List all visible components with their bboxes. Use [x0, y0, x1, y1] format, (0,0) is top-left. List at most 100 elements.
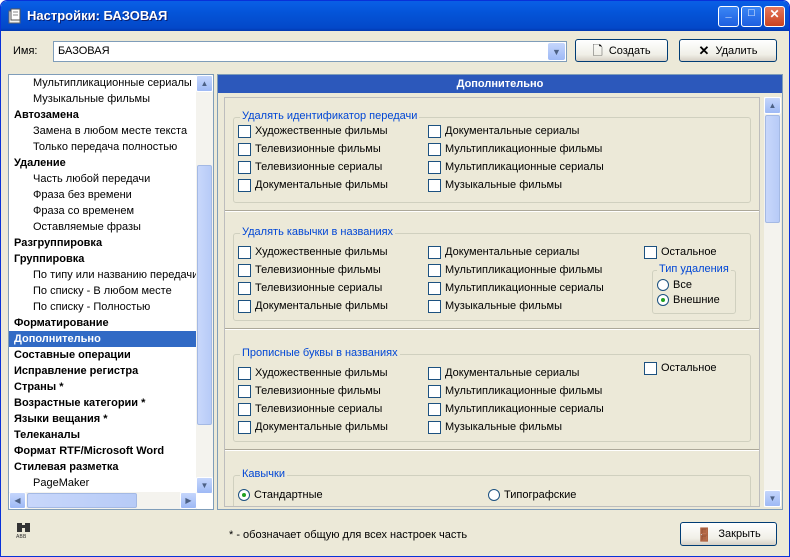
tree-item[interactable]: Часть любой передачи — [9, 171, 197, 187]
checkbox-other[interactable]: Остальное — [644, 361, 717, 375]
checkbox-item[interactable]: Телевизионные фильмы — [238, 384, 381, 398]
checkbox-label: Остальное — [661, 362, 717, 374]
group-title: Кавычки — [240, 468, 287, 480]
group-title: Удалять кавычки в названиях — [240, 226, 396, 238]
checkbox-item[interactable]: Телевизионные фильмы — [238, 263, 381, 277]
checkbox-item[interactable]: Документальные фильмы — [238, 420, 388, 434]
checkbox-item[interactable]: Телевизионные фильмы — [238, 142, 381, 156]
tree-item[interactable]: Дополнительно — [9, 331, 197, 347]
settings-tree[interactable]: Мультипликационные сериалы Музыкальные фи… — [8, 74, 214, 510]
scroll-down-arrow-icon[interactable]: ▼ — [196, 477, 213, 494]
scroll-left-arrow-icon[interactable]: ◀ — [9, 492, 26, 509]
window-title: Настройки: БАЗОВАЯ — [27, 8, 168, 23]
checkbox-item[interactable]: Музыкальные фильмы — [428, 299, 562, 313]
tree-item[interactable]: Только передача полностью — [9, 139, 197, 155]
tree-item[interactable]: Фраза со временем — [9, 203, 197, 219]
checkbox-item[interactable]: Музыкальные фильмы — [428, 420, 562, 434]
checkbox-item[interactable]: Художественные фильмы — [238, 366, 388, 380]
radio-standard-quotes[interactable]: Стандартные — [238, 488, 323, 502]
chevron-down-icon[interactable]: ▼ — [548, 43, 565, 60]
checkbox-label: Документальные сериалы — [445, 367, 580, 379]
radio-all[interactable]: Все — [657, 278, 692, 292]
checkbox-label: Мультипликационные фильмы — [445, 143, 603, 155]
checkbox-item[interactable]: Мультипликационные сериалы — [428, 402, 604, 416]
tree-item[interactable]: Разгруппировка — [9, 235, 197, 251]
tree-item[interactable]: Возрастные категории * — [9, 395, 197, 411]
checkbox-label: Мультипликационные фильмы — [445, 385, 603, 397]
radio-label: Стандартные — [254, 489, 323, 501]
name-label: Имя: — [13, 45, 38, 57]
checkbox-item[interactable]: Документальные фильмы — [238, 299, 388, 313]
tree-hscroll-thumb[interactable] — [27, 493, 137, 508]
tree-item[interactable]: Фраза без времени — [9, 187, 197, 203]
profile-name-value: БАЗОВАЯ — [58, 45, 110, 57]
tree-item[interactable]: Телеканалы — [9, 427, 197, 443]
checkbox-item[interactable]: Телевизионные сериалы — [238, 160, 382, 174]
scroll-up-arrow-icon[interactable]: ▲ — [764, 97, 781, 114]
tree-item[interactable]: Исправление регистра — [9, 363, 197, 379]
tree-item[interactable]: Страны * — [9, 379, 197, 395]
tree-item[interactable]: По списку - В любом месте — [9, 283, 197, 299]
options-scroll-thumb[interactable] — [765, 115, 780, 223]
checkbox-label: Документальные сериалы — [445, 246, 580, 258]
tree-item[interactable]: Мультипликационные сериалы — [9, 75, 197, 91]
tree-item[interactable]: Формат RTF/Microsoft Word — [9, 443, 197, 459]
settings-detail-pane: Дополнительно Удалять идентификатор пере… — [217, 74, 783, 510]
group-title: Удалять идентификатор передачи — [240, 110, 420, 122]
tree-item[interactable]: Музыкальные фильмы — [9, 91, 197, 107]
options-vertical-scrollbar[interactable]: ▲ ▼ — [764, 97, 781, 507]
tree-item[interactable]: Группировка — [9, 251, 197, 267]
radio-label: Типографские — [504, 489, 577, 501]
close-button[interactable]: 🚪 Закрыть — [680, 522, 777, 546]
checkbox-item[interactable]: Мультипликационные фильмы — [428, 384, 602, 398]
checkbox-item[interactable]: Художественные фильмы — [238, 245, 388, 259]
radio-external[interactable]: Внешние — [657, 293, 720, 307]
delete-button[interactable]: ✕ Удалить — [679, 39, 777, 62]
tree-vertical-scrollbar[interactable]: ▲ ▼ — [196, 75, 213, 494]
close-window-button[interactable]: ✕ — [764, 6, 785, 27]
new-document-icon: 🗋 — [592, 43, 603, 58]
tree-item[interactable]: По типу или названию передачи — [9, 267, 197, 283]
checkbox-item[interactable]: Телевизионные сериалы — [238, 402, 382, 416]
app-icon — [8, 8, 21, 24]
checkbox-label: Документальные фильмы — [255, 421, 388, 433]
scroll-up-arrow-icon[interactable]: ▲ — [196, 75, 213, 92]
tree-item[interactable]: По списку - Полностью — [9, 299, 197, 315]
maximize-button[interactable]: □ — [741, 6, 762, 27]
checkbox-item[interactable]: Мультипликационные сериалы — [428, 281, 604, 295]
tree-item[interactable]: Составные операции — [9, 347, 197, 363]
checkbox-label: Художественные фильмы — [255, 246, 388, 258]
delete-type-title: Тип удаления — [657, 263, 731, 275]
tree-item[interactable]: Замена в любом месте текста — [9, 123, 197, 139]
checkbox-item[interactable]: Мультипликационные сериалы — [428, 160, 604, 174]
tree-item[interactable]: Автозамена — [9, 107, 197, 123]
radio-typographic-quotes[interactable]: Типографские — [488, 488, 576, 502]
scroll-down-arrow-icon[interactable]: ▼ — [764, 490, 781, 507]
checkbox-item[interactable]: Телевизионные сериалы — [238, 281, 382, 295]
tree-item[interactable]: Оставляемые фразы — [9, 219, 197, 235]
create-button[interactable]: 🗋 Создать — [575, 39, 668, 62]
scroll-right-arrow-icon[interactable]: ▶ — [180, 492, 197, 509]
checkbox-item[interactable]: Документальные сериалы — [428, 245, 579, 259]
tree-item[interactable]: Языки вещания * — [9, 411, 197, 427]
tree-list: Мультипликационные сериалы Музыкальные фи… — [9, 75, 197, 491]
checkbox-item[interactable]: Документальные фильмы — [238, 178, 388, 192]
tree-item[interactable]: Форматирование — [9, 315, 197, 331]
tree-horizontal-scrollbar[interactable]: ◀ ▶ — [9, 492, 197, 509]
checkbox-item[interactable]: Мультипликационные фильмы — [428, 263, 602, 277]
tree-item[interactable]: Стилевая разметка — [9, 459, 197, 475]
title-bar[interactable]: Настройки: БАЗОВАЯ _ □ ✕ — [1, 1, 789, 31]
checkbox-item[interactable]: Музыкальные фильмы — [428, 178, 562, 192]
minimize-button[interactable]: _ — [718, 6, 739, 27]
tree-scroll-thumb[interactable] — [197, 165, 212, 425]
checkbox-item[interactable]: Художественные фильмы — [238, 124, 388, 138]
tree-item[interactable]: Удаление — [9, 155, 197, 171]
checkbox-other[interactable]: Остальное — [644, 245, 717, 259]
checkbox-item[interactable]: Документальные сериалы — [428, 366, 579, 380]
divider — [225, 328, 759, 330]
checkbox-item[interactable]: Мультипликационные фильмы — [428, 142, 602, 156]
profile-name-combo[interactable]: БАЗОВАЯ ▼ — [53, 41, 567, 62]
checkbox-item[interactable]: Документальные сериалы — [428, 124, 579, 138]
group-remove-quotes: Удалять кавычки в названиях Остальное Ти… — [233, 226, 751, 321]
tree-item[interactable]: PageMaker — [9, 475, 197, 491]
